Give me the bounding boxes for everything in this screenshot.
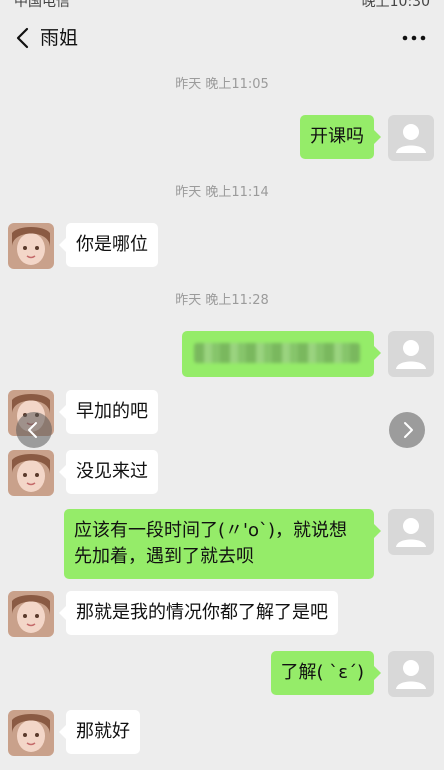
carrier-label: 中国电信 bbox=[14, 0, 70, 10]
default-user-icon bbox=[396, 660, 426, 689]
chat-header: 雨姐 bbox=[0, 10, 444, 66]
incoming-message-bubble[interactable]: 你是哪位 bbox=[59, 223, 158, 267]
timestamp: 昨天 晚上11:28 bbox=[175, 293, 269, 308]
more-options-icon[interactable] bbox=[400, 24, 428, 52]
contact-avatar[interactable] bbox=[8, 223, 54, 269]
previous-arrow-icon[interactable] bbox=[16, 412, 52, 448]
outgoing-message-bubble[interactable]: 应该有一段时间了(〃'o`)，就说想先加着，遇到了就去呗 bbox=[64, 509, 381, 579]
outgoing-message-bubble[interactable]: 开课吗 bbox=[300, 115, 381, 159]
self-avatar[interactable] bbox=[388, 115, 434, 161]
contact-photo-icon bbox=[8, 591, 54, 637]
incoming-message-bubble[interactable]: 早加的吧 bbox=[59, 390, 158, 434]
status-clock: 晚上10:30 bbox=[361, 0, 430, 10]
outgoing-message-bubble[interactable]: 了解( ˋεˊ) bbox=[270, 651, 381, 695]
contact-avatar[interactable] bbox=[8, 450, 54, 496]
next-arrow-icon[interactable] bbox=[389, 412, 425, 448]
contact-avatar[interactable] bbox=[8, 591, 54, 637]
timestamp: 昨天 晚上11:05 bbox=[175, 77, 269, 92]
default-user-icon bbox=[396, 124, 426, 153]
blurred-content bbox=[194, 343, 360, 363]
self-avatar[interactable] bbox=[388, 331, 434, 377]
timestamp: 昨天 晚上11:14 bbox=[175, 185, 269, 200]
default-user-icon bbox=[396, 340, 426, 369]
status-bar: 中国电信 晚上10:30 bbox=[0, 0, 444, 10]
contact-photo-icon bbox=[8, 450, 54, 496]
chat-title: 雨姐 bbox=[40, 27, 79, 49]
self-avatar[interactable] bbox=[388, 651, 434, 697]
back-arrow-icon[interactable] bbox=[10, 24, 38, 52]
incoming-message-bubble[interactable]: 没见来过 bbox=[59, 450, 158, 494]
contact-photo-icon bbox=[8, 223, 54, 269]
incoming-message-bubble[interactable]: 那就是我的情况你都了解了是吧 bbox=[59, 591, 338, 635]
self-avatar[interactable] bbox=[388, 509, 434, 555]
default-user-icon bbox=[396, 518, 426, 547]
contact-photo-icon bbox=[8, 710, 54, 756]
outgoing-message-bubble-blurred[interactable] bbox=[182, 331, 381, 377]
contact-avatar[interactable] bbox=[8, 710, 54, 756]
incoming-message-bubble[interactable]: 那就好 bbox=[59, 710, 140, 754]
